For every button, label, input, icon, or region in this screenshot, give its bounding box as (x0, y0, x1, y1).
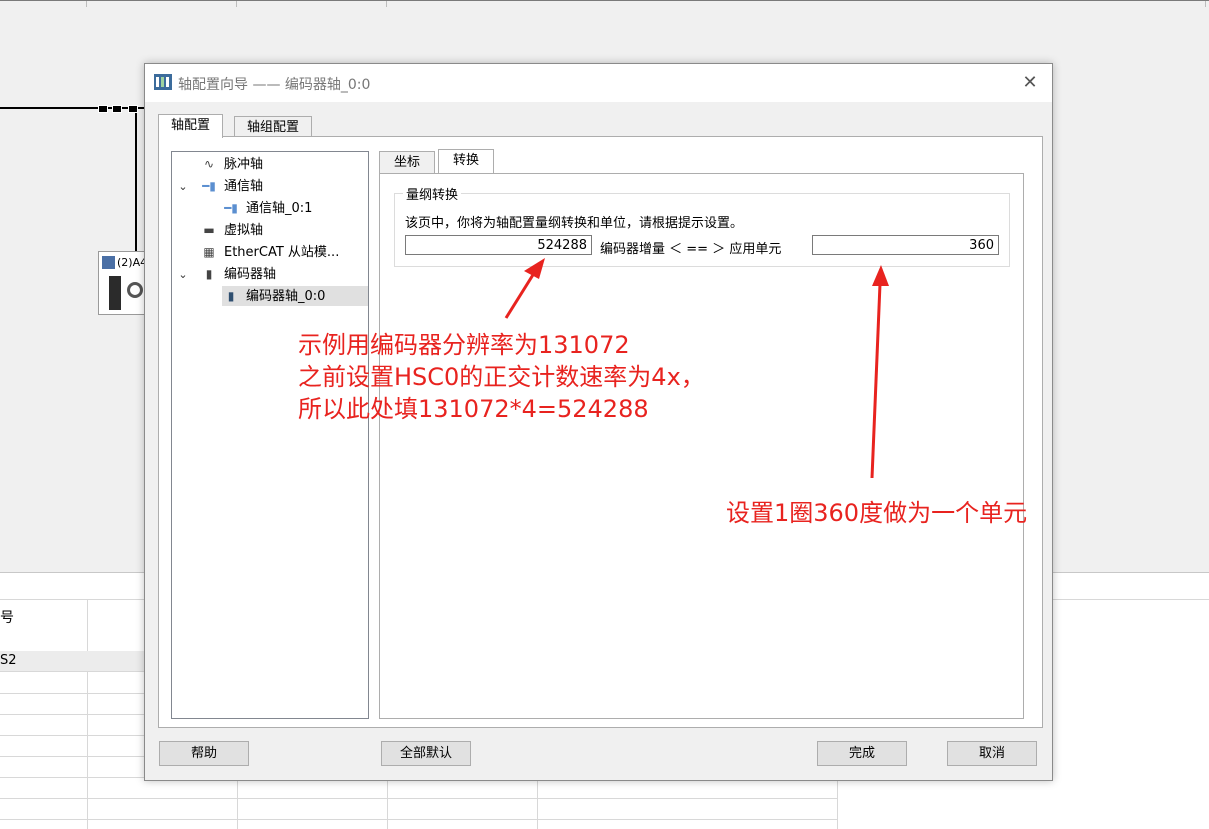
ruler-tick (386, 1, 387, 7)
tab-coordinate[interactable]: 坐标 (379, 151, 436, 173)
annotation-note-1-line-3: 所以此处填131072*4=524288 (298, 395, 649, 423)
tree-item-label: 编码器轴_0:0 (246, 289, 326, 304)
tree-item-label: EtherCAT 从站模... (224, 245, 340, 260)
conversion-description: 该页中，你将为轴配置量纲转换和单位，请根据提示设置。 (405, 216, 744, 231)
app-icon (154, 74, 172, 90)
cancel-button[interactable]: 取消 (947, 741, 1037, 766)
tab-axis-group-config[interactable]: 轴组配置 (234, 116, 313, 138)
help-button[interactable]: 帮助 (159, 741, 249, 766)
tree-item-label: 通信轴_0:1 (246, 201, 313, 216)
tree-item-comm-axis-0-1[interactable]: ━▮ 通信轴_0:1 (222, 198, 312, 218)
tree-item-label: 脉冲轴 (224, 157, 264, 172)
annotation-note-2: 设置1圈360度做为一个单元 (726, 499, 1028, 527)
tree-item-label: 编码器轴 (224, 267, 277, 282)
tab-conversion[interactable]: 转换 (438, 149, 495, 173)
tab-axis-config[interactable]: 轴配置 (158, 114, 224, 138)
ruler-tick (236, 1, 237, 7)
virtual-icon: ▬ (203, 223, 215, 237)
bus-drop-line (135, 107, 137, 257)
annotation-note-1-line-2: 之前设置HSC0的正交计数速率为4x， (298, 363, 705, 391)
bus-connector (128, 105, 138, 113)
axis-tree[interactable]: ∿ 脉冲轴 ⌄ ━▮ 通信轴 ━▮ 通信轴_0:1 ▬ 虚拟轴 ▦ EtherCAT 从站模… (171, 151, 369, 719)
bus-connector (98, 105, 108, 113)
dialog-title: 轴配置向导 —— 编码器轴_0:0 (178, 77, 371, 93)
tree-item-pulse-axis[interactable]: ∿ 脉冲轴 (200, 154, 263, 174)
ruler-tick (1205, 1, 1206, 7)
encoder-axis-icon: ▮ (227, 289, 235, 303)
all-defaults-button[interactable]: 全部默认 (381, 741, 471, 766)
dimension-conversion-group: 量纲转换 该页中，你将为轴配置量纲转换和单位，请根据提示设置。 524288 编… (394, 184, 1010, 267)
comm-icon: ━▮ (202, 179, 216, 193)
tree-item-label: 通信轴 (224, 179, 264, 194)
chevron-down-icon[interactable]: ⌄ (174, 177, 192, 197)
table-cell[interactable]: S2 (0, 651, 147, 671)
conversion-panel: 量纲转换 该页中，你将为轴配置量纲转换和单位，请根据提示设置。 524288 编… (379, 173, 1024, 719)
encoder-icon: ▮ (205, 267, 213, 281)
finish-button[interactable]: 完成 (817, 741, 907, 766)
ethercat-icon: ▦ (203, 245, 215, 259)
pulse-icon: ∿ (203, 157, 215, 171)
encoder-increment-input[interactable]: 524288 (405, 235, 592, 255)
motor-icon (127, 282, 143, 298)
drive-icon (109, 276, 121, 310)
device-icon (102, 256, 115, 269)
table-header: 号 (0, 610, 14, 626)
comm-axis-icon: ━▮ (224, 201, 238, 215)
tree-item-encoder-axis-0-0[interactable]: ▮ 编码器轴_0:0 (222, 286, 368, 306)
tree-item-virtual-axis[interactable]: ▬ 虚拟轴 (200, 220, 263, 240)
group-title: 量纲转换 (403, 184, 462, 203)
annotation-note-1-line-1: 示例用编码器分辨率为131072 (298, 331, 630, 359)
tree-item-comm-axis[interactable]: ⌄ ━▮ 通信轴 (174, 176, 263, 196)
close-button[interactable]: ✕ (1016, 70, 1044, 96)
device-label: (2)A4 (117, 256, 148, 269)
tab-panel-axis-config: ∿ 脉冲轴 ⌄ ━▮ 通信轴 ━▮ 通信轴_0:1 ▬ 虚拟轴 ▦ EtherCAT 从站模… (158, 136, 1043, 728)
chevron-down-icon[interactable]: ⌄ (174, 265, 192, 285)
bus-connector (112, 105, 122, 113)
tree-item-encoder-axis[interactable]: ⌄ ▮ 编码器轴 (174, 264, 276, 284)
ruler-tick (86, 1, 87, 7)
title-bar[interactable]: 轴配置向导 —— 编码器轴_0:0 ✕ (145, 64, 1052, 102)
close-icon: ✕ (1022, 72, 1038, 93)
application-unit-input[interactable]: 360 (812, 235, 999, 255)
encoder-increment-label: 编码器增量 ＜ == ＞ 应用单元 (600, 242, 782, 257)
tree-item-ethercat[interactable]: ▦ EtherCAT 从站模... (200, 242, 339, 262)
device-node[interactable]: (2)A4 (98, 251, 150, 315)
tree-item-label: 虚拟轴 (224, 223, 264, 238)
